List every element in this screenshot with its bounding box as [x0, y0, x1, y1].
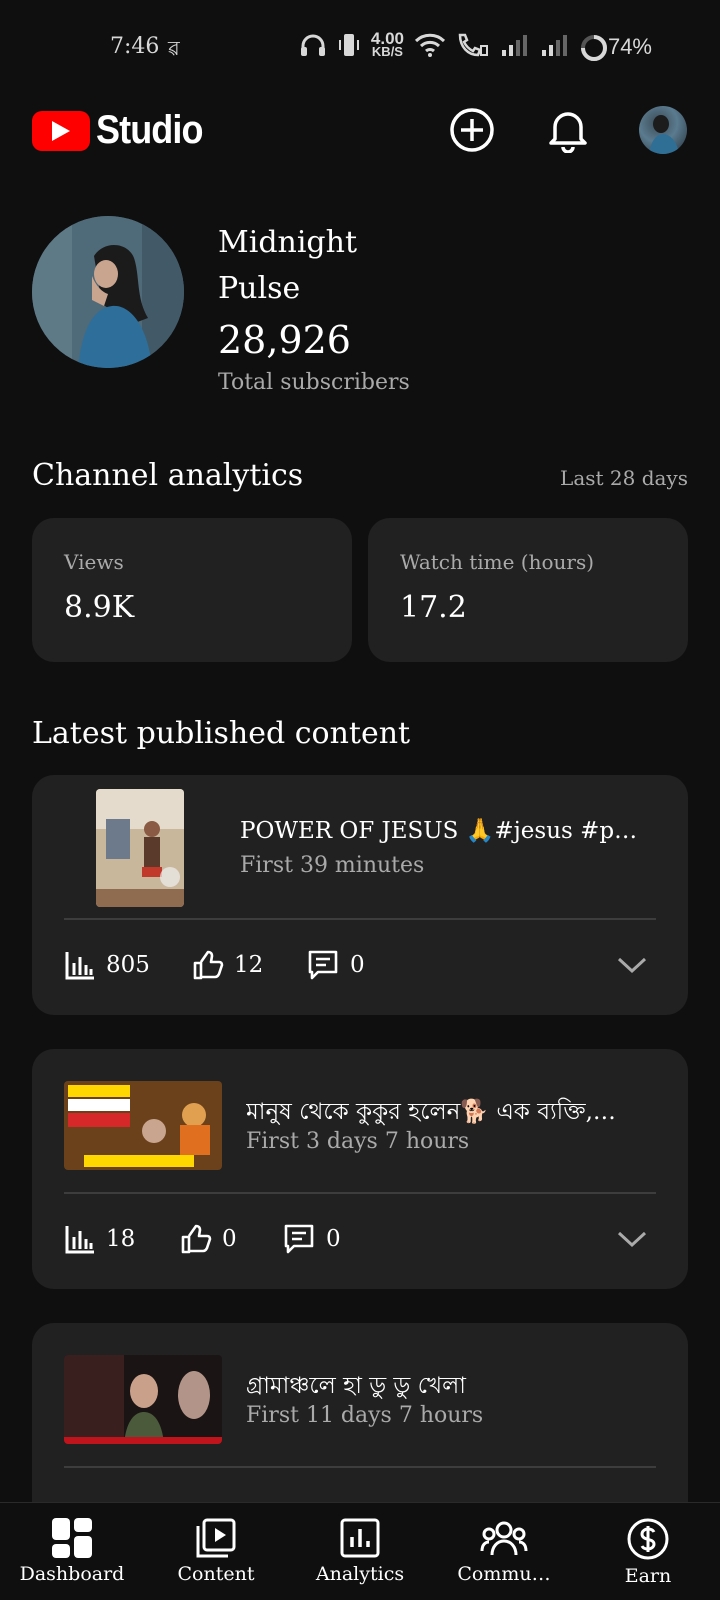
comments-count: 0	[350, 952, 365, 978]
views-count: 18	[106, 1226, 136, 1252]
youtube-studio-logo[interactable]: Studio	[32, 108, 214, 153]
video-thumbnail[interactable]	[96, 789, 184, 907]
notification-icon: ৱ	[168, 36, 180, 60]
analytics-range: Last 28 days	[560, 466, 688, 490]
bell-icon	[549, 112, 587, 153]
card-divider	[64, 1466, 656, 1468]
network-speed: 4.00 KB/S	[371, 30, 404, 59]
net-speed-unit: KB/S	[371, 44, 403, 59]
battery-percent: 74%	[607, 34, 652, 59]
nav-label: Commu…	[457, 1563, 551, 1585]
brand-label: Studio	[96, 108, 203, 152]
nav-content[interactable]: Content	[144, 1517, 288, 1585]
nav-label: Earn	[624, 1565, 672, 1587]
video-age: First 3 days 7 hours	[246, 1129, 470, 1154]
video-thumbnail[interactable]	[64, 1355, 222, 1444]
card-divider	[64, 918, 656, 920]
video-title: গ্রামাঞ্চলে হা ডু ডু খেলা	[246, 1373, 466, 1399]
content-icon	[196, 1518, 236, 1558]
likes-metric: 0	[180, 1223, 237, 1255]
vibrate-icon	[338, 34, 359, 56]
status-time: 7:46	[110, 34, 160, 59]
notifications-button[interactable]	[542, 104, 594, 156]
account-avatar[interactable]	[639, 106, 687, 154]
comments-metric: 0	[282, 1223, 341, 1255]
create-button[interactable]	[446, 104, 498, 156]
add-circle-icon	[450, 108, 494, 152]
views-card[interactable]: Views 8.9K	[32, 518, 352, 662]
content-card[interactable]: গ্রামাঞ্চলে হা ডু ডু খেলা First 11 days …	[32, 1323, 688, 1523]
views-label: Views	[64, 550, 124, 574]
subscriber-count: 28,926	[218, 318, 351, 362]
watch-time-label: Watch time (hours)	[400, 550, 595, 574]
nav-label: Analytics	[315, 1563, 405, 1585]
watch-time-card[interactable]: Watch time (hours) 17.2	[368, 518, 688, 662]
video-age: First 39 minutes	[240, 853, 425, 878]
analytics-title: Channel analytics	[32, 458, 304, 493]
video-age: First 11 days 7 hours	[246, 1403, 484, 1428]
channel-summary: Midnight Pulse 28,926 Total subscribers	[32, 216, 410, 395]
subscriber-label: Total subscribers	[218, 370, 410, 395]
channel-name-line1: Midnight	[218, 225, 358, 260]
analytics-icon	[340, 1518, 380, 1558]
thumbs-up-icon	[193, 950, 224, 980]
nav-dashboard[interactable]: Dashboard	[0, 1517, 144, 1585]
bar-chart-icon	[65, 952, 94, 980]
comment-icon	[284, 1224, 314, 1254]
headphones-icon	[300, 34, 325, 56]
youtube-play-icon	[32, 110, 90, 151]
chevron-down-icon	[617, 957, 647, 974]
views-count: 805	[106, 952, 150, 978]
comments-count: 0	[326, 1226, 341, 1252]
nav-analytics[interactable]: Analytics	[288, 1517, 432, 1585]
signal-icon-1	[502, 35, 527, 56]
bar-chart-icon	[65, 1226, 94, 1254]
video-title: মানুষ থেকে কুকুর হলেন🐕 এক ব্যক্তি,…	[246, 1099, 616, 1125]
comments-metric: 0	[306, 949, 365, 981]
video-title: POWER OF JESUS 🙏#jesus #powe…	[240, 818, 650, 844]
wifi-icon	[414, 33, 446, 57]
content-card[interactable]: POWER OF JESUS 🙏#jesus #powe… First 39 m…	[32, 775, 688, 1015]
likes-count: 0	[222, 1226, 237, 1252]
views-metric: 805	[64, 949, 150, 981]
likes-count: 12	[234, 952, 264, 978]
chevron-down-icon	[617, 1231, 647, 1248]
battery-icon	[581, 35, 607, 61]
latest-content-title: Latest published content	[32, 716, 411, 751]
video-thumbnail[interactable]	[64, 1081, 222, 1170]
channel-name-line2: Pulse	[218, 271, 301, 306]
expand-button[interactable]	[616, 1229, 648, 1253]
status-icons: 4.00 KB/S	[299, 30, 570, 59]
card-divider	[64, 1192, 656, 1194]
status-bar: 7:46 ৱ 4.00 KB/S 74%	[0, 0, 720, 96]
community-icon	[480, 1521, 528, 1556]
channel-info: Midnight Pulse 28,926 Total subscribers	[218, 220, 518, 395]
signal-icon-2	[542, 35, 567, 56]
likes-metric: 12	[192, 949, 263, 981]
nav-earn[interactable]: Earn	[576, 1517, 720, 1587]
app-header: Studio	[0, 96, 720, 164]
content-card[interactable]: মানুষ থেকে কুকুর হলেন🐕 এক ব্যক্তি,… Firs…	[32, 1049, 688, 1289]
earn-icon	[627, 1518, 669, 1560]
thumbs-up-icon	[181, 1224, 212, 1254]
nav-label: Content	[177, 1563, 255, 1585]
views-metric: 18	[64, 1223, 135, 1255]
nav-label: Dashboard	[19, 1563, 125, 1585]
channel-avatar[interactable]	[32, 216, 184, 368]
expand-button[interactable]	[616, 955, 648, 979]
bottom-navigation: Dashboard Content Analytics Commu… Earn	[0, 1502, 720, 1600]
dashboard-icon	[52, 1518, 92, 1558]
wifi-calling-icon	[458, 33, 488, 57]
views-value: 8.9K	[64, 590, 135, 625]
nav-community[interactable]: Commu…	[432, 1517, 576, 1585]
watch-time-value: 17.2	[400, 590, 467, 625]
comment-icon	[308, 950, 338, 980]
